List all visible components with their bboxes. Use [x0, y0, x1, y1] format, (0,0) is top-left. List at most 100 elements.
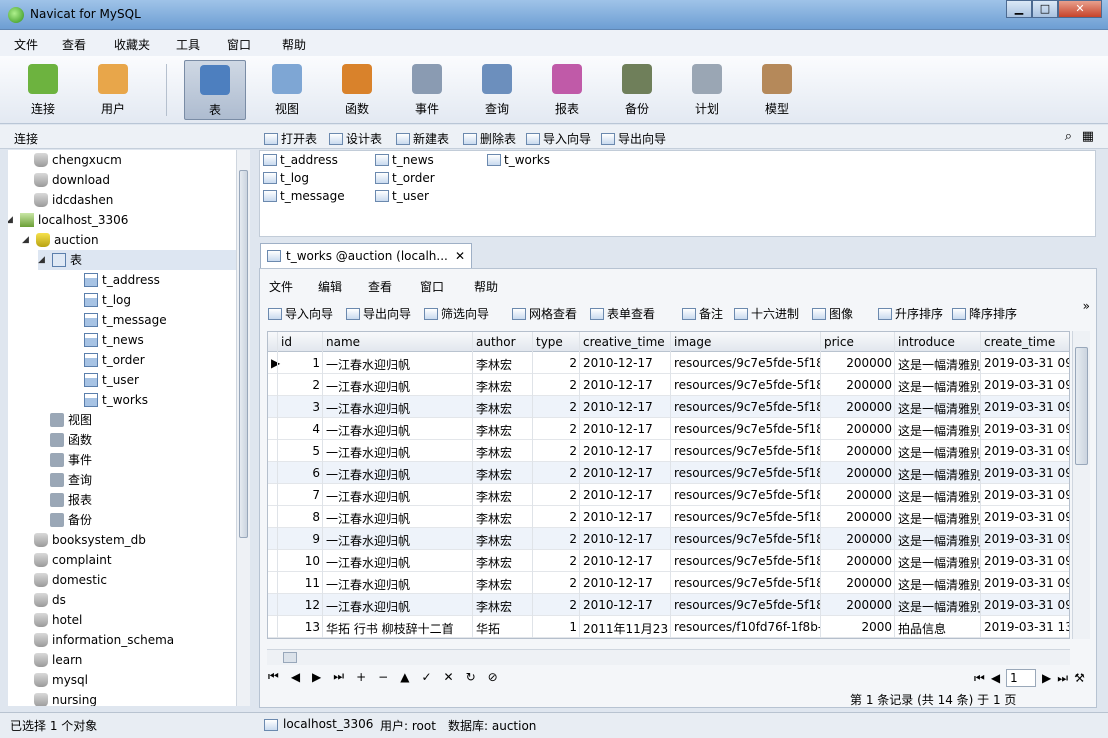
cell-introduce[interactable]: 拍品信息 [895, 620, 981, 637]
cell-introduce[interactable]: 这是一幅清雅别 [895, 378, 981, 395]
cell-creative_time[interactable]: 2010-12-17 [580, 466, 671, 480]
expand-arrow-icon[interactable]: ◢ [38, 250, 48, 270]
cell-author[interactable]: 李林宏 [473, 378, 533, 395]
cell-creative_time[interactable]: 2010-12-17 [580, 532, 671, 546]
object-toolbar-button-5[interactable]: 导出向导 [601, 130, 666, 147]
inner-toolbar-button-3[interactable]: 网格查看 [512, 305, 577, 322]
menu-tools[interactable]: 工具 [176, 36, 200, 53]
cell-image[interactable]: resources/9c7e5fde-5f18 [671, 400, 821, 414]
tree-item[interactable]: t_works [84, 390, 148, 410]
cell-creative_time[interactable]: 2010-12-17 [580, 356, 671, 370]
cell-create_time[interactable]: 2019-03-31 09:2 [981, 356, 1069, 370]
cell-author[interactable]: 李林宏 [473, 598, 533, 615]
inner-menu-file[interactable]: 文件 [269, 278, 293, 295]
tree-item[interactable]: t_news [84, 330, 144, 350]
cell-price[interactable]: 200000 [821, 598, 895, 612]
table-row[interactable]: 8 一江春水迎归帆 李林宏 2 2010-12-17 resources/9c7e5fde… [268, 506, 1069, 528]
tree-item[interactable]: t_order [84, 350, 145, 370]
grid-vscroll-thumb[interactable] [1075, 347, 1088, 465]
table-row[interactable]: 12 一江春水迎归帆 李林宏 2 2010-12-17 resources/9c7e5fd… [268, 594, 1069, 616]
cell-author[interactable]: 李林宏 [473, 532, 533, 549]
cell-price[interactable]: 200000 [821, 400, 895, 414]
tree-item[interactable]: hotel [34, 610, 82, 630]
cell-name[interactable]: 一江春水迎归帆 [323, 532, 473, 549]
inner-menu-help[interactable]: 帮助 [474, 278, 498, 295]
cell-create_time[interactable]: 2019-03-31 09:2 [981, 554, 1069, 568]
edit-record-icon[interactable]: ▲ [400, 670, 409, 684]
tab-t-works[interactable]: t_works @auction (localh... ✕ [260, 243, 472, 268]
cell-type[interactable]: 2 [533, 576, 580, 590]
cell-create_time[interactable]: 2019-03-31 09:2 [981, 422, 1069, 436]
table-row[interactable]: ▶ 1 一江春水迎归帆 李林宏 2 2010-12-17 resources/9c7e5fd… [268, 352, 1069, 374]
cell-name[interactable]: 华拓 行书 柳枝辞十二首 [323, 620, 473, 637]
cell-type[interactable]: 2 [533, 532, 580, 546]
cell-price[interactable]: 200000 [821, 532, 895, 546]
first-record-icon[interactable]: ⏮ [268, 669, 279, 684]
cell-create_time[interactable]: 2019-03-31 09:2 [981, 510, 1069, 524]
tree-item[interactable]: nursing [34, 690, 97, 706]
close-button[interactable]: ✕ [1058, 0, 1102, 18]
object-list-item[interactable]: t_works [487, 153, 550, 167]
menu-file[interactable]: 文件 [14, 36, 38, 53]
column-header-creative_time[interactable]: creative_time [580, 335, 671, 349]
cell-create_time[interactable]: 2019-03-31 09:2 [981, 400, 1069, 414]
cell-creative_time[interactable]: 2010-12-17 [580, 488, 671, 502]
tree-item[interactable]: 备份 [50, 510, 92, 530]
cell-create_time[interactable]: 2019-03-31 09:2 [981, 576, 1069, 590]
grid-view-icon[interactable]: ▦ [1082, 129, 1094, 144]
tab-close-icon[interactable]: ✕ [455, 249, 465, 263]
delete-record-icon[interactable]: − [378, 670, 388, 684]
cell-introduce[interactable]: 这是一幅清雅别 [895, 400, 981, 417]
inner-toolbar-button-9[interactable]: 降序排序 [952, 305, 1017, 322]
object-list-item[interactable]: t_user [375, 189, 429, 203]
grid-vertical-scrollbar[interactable] [1072, 331, 1090, 639]
cell-create_time[interactable]: 2019-03-31 13:0 [981, 620, 1069, 634]
add-record-icon[interactable]: + [356, 670, 366, 684]
cell-create_time[interactable]: 2019-03-31 09:2 [981, 532, 1069, 546]
cell-introduce[interactable]: 这是一幅清雅别 [895, 532, 981, 549]
cell-price[interactable]: 200000 [821, 444, 895, 458]
cell-create_time[interactable]: 2019-03-31 09:2 [981, 378, 1069, 392]
tree-item[interactable]: ◢ 表 [38, 250, 238, 270]
cell-author[interactable]: 李林宏 [473, 510, 533, 527]
cell-type[interactable]: 2 [533, 466, 580, 480]
tree-item[interactable]: learn [34, 650, 82, 670]
cell-image[interactable]: resources/9c7e5fde-5f18 [671, 598, 821, 612]
cell-image[interactable]: resources/9c7e5fde-5f18 [671, 576, 821, 590]
table-row[interactable]: 5 一江春水迎归帆 李林宏 2 2010-12-17 resources/9c7e5fde… [268, 440, 1069, 462]
cell-price[interactable]: 200000 [821, 422, 895, 436]
inner-toolbar-button-7[interactable]: 图像 [812, 305, 853, 322]
object-list-item[interactable]: t_order [375, 171, 435, 185]
cell-creative_time[interactable]: 2010-12-17 [580, 422, 671, 436]
cell-price[interactable]: 200000 [821, 356, 895, 370]
table-row[interactable]: 7 一江春水迎归帆 李林宏 2 2010-12-17 resources/9c7e5fde… [268, 484, 1069, 506]
cell-name[interactable]: 一江春水迎归帆 [323, 378, 473, 395]
cell-id[interactable]: 13 [278, 620, 323, 634]
table-row[interactable]: 10 一江春水迎归帆 李林宏 2 2010-12-17 resources/9c7e5fd… [268, 550, 1069, 572]
cell-price[interactable]: 200000 [821, 576, 895, 590]
column-header-name[interactable]: name [323, 335, 473, 349]
cell-name[interactable]: 一江春水迎归帆 [323, 466, 473, 483]
toolbar-report-button[interactable]: 报表 [536, 60, 598, 120]
column-header-introduce[interactable]: introduce [895, 335, 981, 349]
cell-type[interactable]: 2 [533, 444, 580, 458]
menu-help[interactable]: 帮助 [282, 36, 306, 53]
cell-author[interactable]: 李林宏 [473, 356, 533, 373]
first-page-icon[interactable]: ⏮ [974, 671, 985, 686]
cell-name[interactable]: 一江春水迎归帆 [323, 554, 473, 571]
inner-toolbar-button-2[interactable]: 筛选向导 [424, 305, 489, 322]
column-header-type[interactable]: type [533, 335, 580, 349]
cell-id[interactable]: 5 [278, 444, 323, 458]
cell-name[interactable]: 一江春水迎归帆 [323, 488, 473, 505]
cell-creative_time[interactable]: 2010-12-17 [580, 554, 671, 568]
cell-id[interactable]: 12 [278, 598, 323, 612]
next-record-icon[interactable]: ▶ [312, 670, 321, 684]
toolbar-user-button[interactable]: 用户 [82, 60, 144, 120]
cell-author[interactable]: 李林宏 [473, 422, 533, 439]
cell-creative_time[interactable]: 2010-12-17 [580, 598, 671, 612]
cell-id[interactable]: 10 [278, 554, 323, 568]
inner-toolbar-button-4[interactable]: 表单查看 [590, 305, 655, 322]
cell-name[interactable]: 一江春水迎归帆 [323, 598, 473, 615]
inner-menu-edit[interactable]: 编辑 [318, 278, 342, 295]
tree-item[interactable]: domestic [34, 570, 107, 590]
